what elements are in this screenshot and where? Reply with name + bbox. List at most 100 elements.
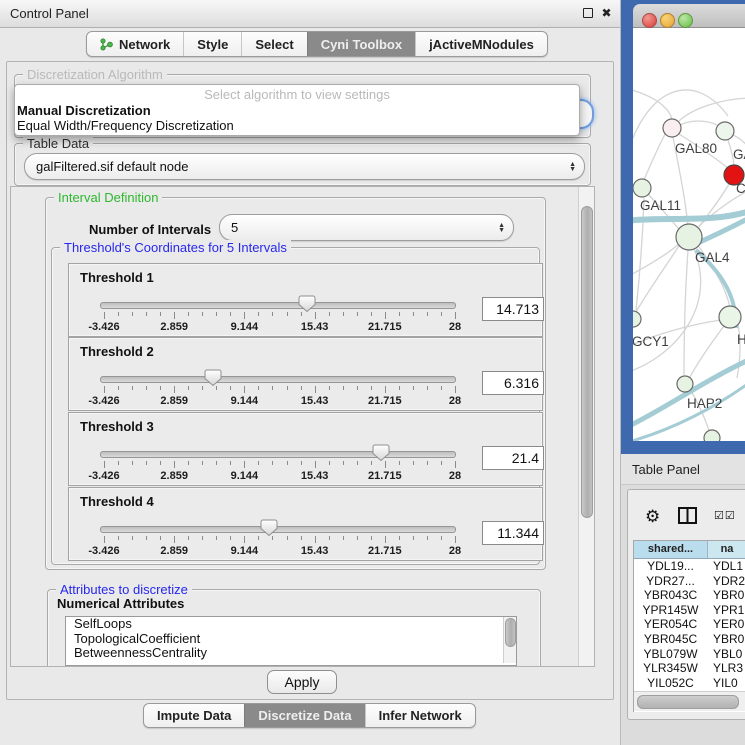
slider-track[interactable] xyxy=(100,526,456,533)
tab-style[interactable]: Style xyxy=(183,32,241,56)
network-edge[interactable] xyxy=(679,98,745,121)
gear-icon[interactable]: ⚙ xyxy=(645,507,660,527)
checkbox-icon[interactable]: ☑☑ xyxy=(714,509,736,522)
network-edge[interactable] xyxy=(684,250,688,375)
scrollpane-vscrollbar-thumb[interactable] xyxy=(581,206,593,518)
column-header-name[interactable]: na xyxy=(708,541,745,559)
threshold-slider[interactable]: -3.4262.8599.14415.4321.71528 xyxy=(100,488,456,560)
table-cell-name[interactable]: YER0 xyxy=(713,617,745,631)
major-tick xyxy=(455,461,456,468)
GAL80-node[interactable] xyxy=(663,119,681,137)
table-cell-shared-name[interactable]: YDL19... xyxy=(634,559,707,573)
algorithm-option-equal-width[interactable]: Equal Width/Frequency Discretization xyxy=(15,118,579,133)
slider-track[interactable] xyxy=(100,376,456,383)
table-cell-name[interactable]: YBR0 xyxy=(713,588,745,602)
table-cell-name[interactable]: YDR2 xyxy=(713,574,745,588)
minor-tick xyxy=(427,312,428,316)
tick-label: -3.426 xyxy=(88,545,119,557)
node[interactable] xyxy=(716,122,734,140)
threshold-value-field[interactable] xyxy=(482,446,544,470)
table-cell-shared-name[interactable]: YBR045C xyxy=(634,632,707,646)
tab-infer-network[interactable]: Infer Network xyxy=(365,704,475,727)
minor-tick xyxy=(371,386,372,390)
threshold-value-field[interactable] xyxy=(482,297,544,321)
slider-thumb[interactable] xyxy=(260,519,278,537)
tick-label: 2.859 xyxy=(160,395,188,407)
tick-label: 2.859 xyxy=(160,470,188,482)
threshold-slider[interactable]: -3.4262.8599.14415.4321.71528 xyxy=(100,338,456,410)
network-edge[interactable] xyxy=(644,134,665,180)
apply-button[interactable]: Apply xyxy=(267,670,337,694)
table-cell-shared-name[interactable]: YBL079W xyxy=(634,647,707,661)
GAL4-node[interactable] xyxy=(676,224,702,250)
table-cell-shared-name[interactable]: YPR145W xyxy=(634,603,707,617)
float-window-icon[interactable] xyxy=(583,8,593,18)
attribute-list-item[interactable]: SelfLoops xyxy=(66,617,516,632)
minor-tick xyxy=(329,312,330,316)
table-cell-name[interactable]: YDL1 xyxy=(713,559,745,573)
threshold-value-field[interactable] xyxy=(482,521,544,545)
minor-tick xyxy=(118,536,119,540)
attributes-list-scrollbar[interactable] xyxy=(503,617,516,663)
table-cell-name[interactable]: YIL0 xyxy=(713,676,745,690)
close-traffic-light-icon[interactable] xyxy=(642,13,657,28)
node[interactable] xyxy=(704,430,720,441)
split-table-icon[interactable] xyxy=(678,507,697,524)
GAL11-node[interactable] xyxy=(633,179,651,197)
table-cell-name[interactable]: YBL0 xyxy=(713,647,745,661)
close-icon[interactable]: ✖ xyxy=(601,8,612,19)
scrollpane-vscrollbar[interactable] xyxy=(578,187,594,666)
threshold-slider[interactable]: -3.4262.8599.14415.4321.71528 xyxy=(100,264,456,336)
attribute-list-item[interactable]: BetweennessCentrality xyxy=(66,646,516,661)
tab-select[interactable]: Select xyxy=(241,32,306,56)
slider-track[interactable] xyxy=(100,302,456,309)
network-edge[interactable] xyxy=(680,121,722,128)
network-view-canvas[interactable]: GAL80GACGAL11GAL4GCY1HHAP2 xyxy=(633,28,745,441)
table-cell-name[interactable]: YPR1 xyxy=(713,603,745,617)
minor-tick xyxy=(160,312,161,316)
algorithm-option-manual[interactable]: Manual Discretization xyxy=(15,103,579,118)
attributes-scrollbar-thumb[interactable] xyxy=(505,618,516,647)
tab-jactivemnodules[interactable]: jActiveMNodules xyxy=(415,32,547,56)
minor-tick xyxy=(357,536,358,540)
table-data-combobox[interactable]: galFiltered.sif default node ▲▼ xyxy=(24,153,585,180)
slider-thumb[interactable] xyxy=(204,369,222,387)
major-tick xyxy=(104,312,105,319)
table-cell-shared-name[interactable]: YBR043C xyxy=(634,588,707,602)
table-hscrollbar-thumb[interactable] xyxy=(637,695,739,709)
HAP2-node[interactable] xyxy=(677,376,693,392)
threshold-value-field[interactable] xyxy=(482,371,544,395)
node[interactable] xyxy=(719,306,741,328)
table-cell-name[interactable]: YLR3 xyxy=(713,661,745,675)
number-of-intervals-label: Number of Intervals xyxy=(89,222,211,237)
table-cell-shared-name[interactable]: YIL052C xyxy=(634,676,707,690)
minor-tick xyxy=(146,461,147,465)
minimize-traffic-light-icon[interactable] xyxy=(660,13,675,28)
slider-thumb[interactable] xyxy=(298,295,316,313)
table-cell-shared-name[interactable]: YLR345W xyxy=(634,661,707,675)
minor-tick xyxy=(146,386,147,390)
table-cell-shared-name[interactable]: YER054C xyxy=(634,617,707,631)
tab-cyni-toolbox[interactable]: Cyni Toolbox xyxy=(307,32,415,56)
tab-network[interactable]: Network xyxy=(87,32,183,56)
tab-impute-data[interactable]: Impute Data xyxy=(144,704,244,727)
zoom-traffic-light-icon[interactable] xyxy=(678,13,693,28)
GCY1-node[interactable] xyxy=(633,311,641,327)
tab-label: Select xyxy=(255,37,293,52)
table-cell-name[interactable]: YBR0 xyxy=(713,632,745,646)
table-cell-shared-name[interactable]: YDR27... xyxy=(634,574,707,588)
threshold-slider[interactable]: -3.4262.8599.14415.4321.71528 xyxy=(100,413,456,485)
slider-thumb[interactable] xyxy=(372,444,390,462)
network-edge[interactable] xyxy=(633,88,672,120)
minor-tick xyxy=(160,536,161,540)
number-of-intervals-combobox[interactable]: 5 ▲▼ xyxy=(219,214,514,241)
network-edge[interactable] xyxy=(690,326,724,377)
network-edge[interactable] xyxy=(636,198,644,310)
tab-discretize-data[interactable]: Discretize Data xyxy=(244,704,364,727)
table-hscrollbar[interactable] xyxy=(634,691,745,711)
slider-track[interactable] xyxy=(100,451,456,458)
minor-tick xyxy=(118,461,119,465)
network-edge[interactable] xyxy=(636,246,679,312)
attribute-list-item[interactable]: TopologicalCoefficient xyxy=(66,632,516,647)
column-header-shared-name[interactable]: shared... xyxy=(634,541,708,559)
